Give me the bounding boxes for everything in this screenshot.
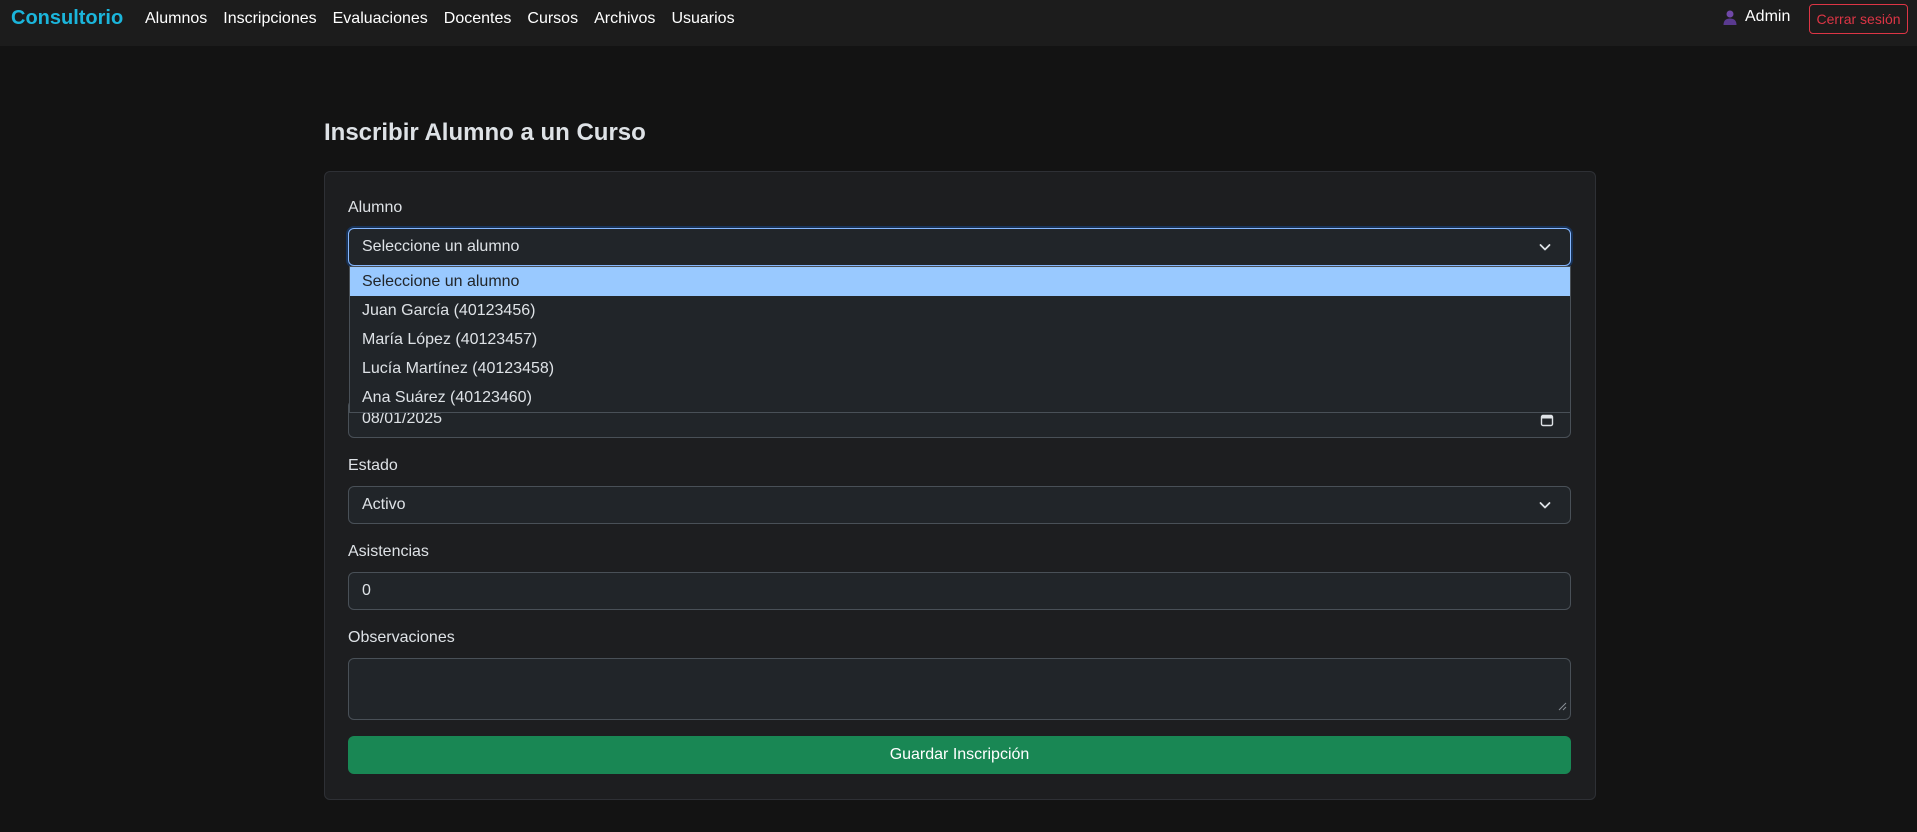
observaciones-textarea[interactable] [348,658,1571,720]
resize-grip-icon[interactable] [1558,698,1567,716]
nav-link-docentes[interactable]: Docentes [444,9,512,29]
nav-link-cursos[interactable]: Cursos [527,9,578,29]
asistencias-input[interactable]: 0 [348,572,1571,610]
nav-link-evaluaciones[interactable]: Evaluaciones [333,9,428,29]
alumno-option[interactable]: Lucía Martínez (40123458) [350,354,1570,383]
nav-link-archivos[interactable]: Archivos [594,9,655,29]
nav-link-inscripciones[interactable]: Inscripciones [223,9,316,29]
chevron-down-icon [1538,240,1552,254]
save-enrollment-button[interactable]: Guardar Inscripción [348,736,1571,774]
brand-logo[interactable]: Consultorio [11,7,123,30]
estado-select[interactable]: Activo [348,486,1571,524]
nav-link-usuarios[interactable]: Usuarios [671,9,734,29]
estado-label: Estado [348,457,398,474]
nav-link-alumnos[interactable]: Alumnos [145,9,207,29]
alumno-select-value: Seleccione un alumno [362,238,520,255]
asistencias-value: 0 [362,582,371,599]
alumno-select[interactable]: Seleccione un alumno [348,228,1571,266]
navbar: Consultorio Alumnos Inscripciones Evalua… [0,0,1917,46]
alumno-option[interactable]: Seleccione un alumno [350,267,1570,296]
calendar-icon[interactable] [1540,413,1554,427]
user-icon [1722,9,1738,25]
asistencias-label: Asistencias [348,543,429,560]
chevron-down-icon [1538,498,1552,512]
alumno-option[interactable]: Juan García (40123456) [350,296,1570,325]
user-name: Admin [1745,8,1791,25]
user-menu[interactable]: Admin [1722,8,1790,26]
observaciones-label: Observaciones [348,629,455,646]
alumno-option[interactable]: María López (40123457) [350,325,1570,354]
nav-links: Alumnos Inscripciones Evaluaciones Docen… [145,9,751,29]
alumno-label: Alumno [348,199,403,216]
logout-button[interactable]: Cerrar sesión [1809,4,1908,34]
estado-select-value: Activo [362,496,406,513]
alumno-option[interactable]: Ana Suárez (40123460) [350,383,1570,412]
alumno-dropdown-list: Seleccione un alumno Juan García (401234… [349,266,1571,413]
page-title: Inscribir Alumno a un Curso [324,119,646,146]
